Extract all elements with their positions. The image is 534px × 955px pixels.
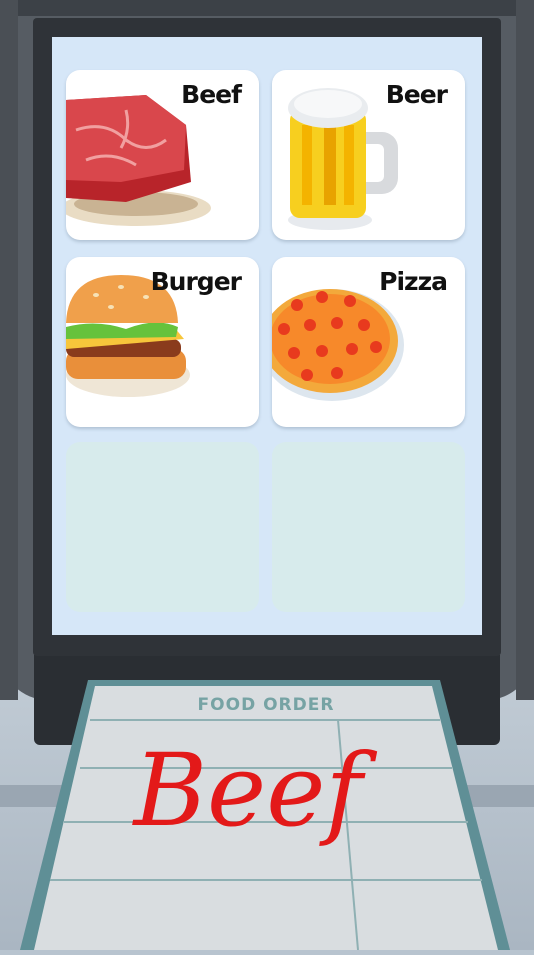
ticket-handwritten-order: Beef	[132, 732, 378, 849]
menu-item-label: Beer	[385, 80, 448, 109]
kiosk-edge-right	[516, 0, 534, 700]
kiosk-top	[0, 0, 534, 16]
menu-screen: Beef Beer Burger Pizza	[52, 37, 482, 635]
menu-item-pizza[interactable]: Pizza	[272, 257, 465, 427]
menu-empty-slot	[66, 442, 259, 612]
menu-item-burger[interactable]: Burger	[66, 257, 259, 427]
menu-item-beef[interactable]: Beef	[66, 70, 259, 240]
menu-item-label: Pizza	[379, 267, 448, 296]
order-ticket-graphic: FOOD ORDER Beef	[20, 680, 510, 951]
kiosk-edge-left	[0, 0, 18, 700]
menu-empty-slot	[272, 442, 465, 612]
menu-item-label: Beef	[181, 80, 242, 109]
menu-item-label: Burger	[150, 267, 242, 296]
ticket-heading: FOOD ORDER	[198, 695, 335, 715]
menu-item-beer[interactable]: Beer	[272, 70, 465, 240]
order-ticket: FOOD ORDER Beef	[0, 680, 534, 951]
